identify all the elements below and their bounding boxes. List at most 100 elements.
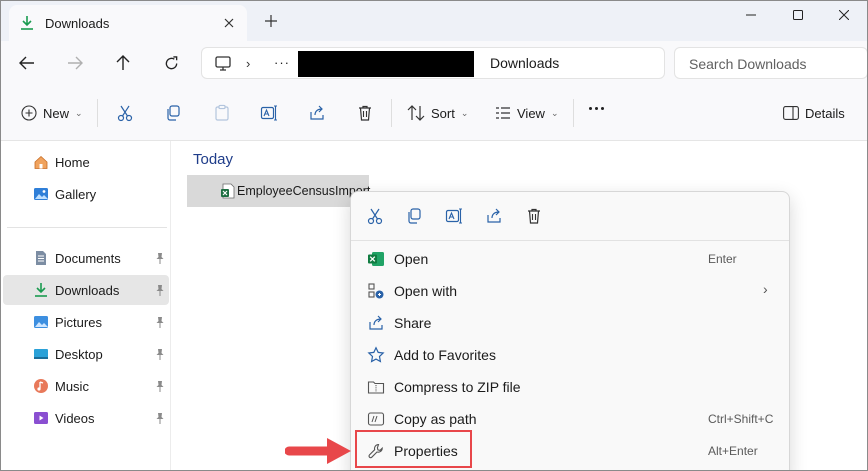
sidebar-item-label: Desktop — [55, 346, 103, 362]
menu-item-label: Compress to ZIP file — [394, 379, 521, 395]
home-icon — [34, 155, 48, 169]
copy-button[interactable] — [164, 101, 182, 125]
share-icon — [369, 315, 383, 330]
sidebar-item-videos[interactable]: Videos — [3, 403, 169, 433]
videos-icon — [34, 412, 48, 424]
close-tab-icon[interactable] — [221, 15, 237, 31]
sidebar-item-music[interactable]: Music — [3, 371, 169, 401]
menu-item-shortcut: Ctrl+Shift+C — [708, 412, 774, 426]
minimize-button[interactable] — [728, 1, 774, 29]
chevron-right-icon[interactable]: › — [246, 56, 250, 71]
pin-icon[interactable] — [155, 316, 165, 328]
pin-icon[interactable] — [155, 252, 165, 264]
share-button[interactable] — [308, 101, 326, 125]
current-folder-crumb[interactable]: Downloads — [490, 55, 559, 71]
forward-button[interactable] — [63, 51, 87, 75]
this-pc-icon[interactable] — [214, 55, 232, 73]
view-label: View — [517, 105, 545, 121]
sidebar-item-downloads[interactable]: Downloads — [3, 275, 169, 305]
file-item[interactable]: EmployeeCensusImport — [187, 175, 370, 207]
chevron-down-icon: ⌄ — [75, 107, 83, 118]
sidebar-item-documents[interactable]: Documents — [3, 243, 169, 273]
sidebar-item-label: Music — [55, 378, 89, 394]
zip-folder-icon — [367, 381, 385, 394]
cut-icon[interactable] — [365, 206, 385, 226]
download-icon — [19, 15, 35, 31]
context-menu-quick-actions — [351, 192, 789, 240]
open-with-icon — [368, 283, 384, 299]
menu-item-label: Share — [394, 315, 432, 331]
sidebar-item-desktop[interactable]: Desktop — [3, 339, 169, 369]
delete-button[interactable] — [356, 101, 374, 125]
sidebar-item-pictures[interactable]: Pictures — [3, 307, 169, 337]
back-button[interactable] — [15, 51, 39, 75]
sort-button[interactable]: Sort ⌄ — [407, 101, 468, 125]
music-icon — [34, 379, 48, 393]
chevron-down-icon: ⌄ — [550, 107, 559, 118]
sort-label: Sort — [431, 105, 455, 121]
refresh-button[interactable] — [159, 51, 183, 75]
sidebar-divider — [7, 227, 167, 228]
title-bar: Downloads — [1, 1, 867, 41]
menu-item-open[interactable]: Open Enter — [355, 243, 787, 275]
pin-icon[interactable] — [155, 412, 165, 424]
menu-item-label: Copy as path — [394, 411, 477, 427]
plus-circle-icon — [21, 105, 37, 121]
details-pane-icon — [783, 106, 799, 120]
sidebar-item-label: Downloads — [55, 282, 120, 298]
menu-item-label: Add to Favorites — [394, 347, 496, 363]
share-icon[interactable] — [484, 206, 504, 226]
pin-icon[interactable] — [155, 284, 165, 296]
pin-icon[interactable] — [155, 348, 165, 360]
trash-icon[interactable] — [524, 206, 544, 226]
navigation-pane: Home Gallery Documents Downloads Picture… — [1, 141, 171, 470]
new-tab-button[interactable] — [263, 13, 279, 29]
up-button[interactable] — [111, 51, 135, 75]
new-button[interactable]: New ⌄ — [21, 101, 83, 125]
maximize-button[interactable] — [775, 1, 821, 29]
command-bar: New ⌄ Sort ⌄ View ⌄ Details — [1, 85, 867, 141]
tab-downloads[interactable]: Downloads — [9, 5, 247, 41]
star-icon — [367, 346, 385, 363]
tab-title: Downloads — [45, 15, 110, 31]
trash-icon — [359, 105, 371, 121]
toolbar-divider — [391, 99, 392, 127]
rename-icon[interactable] — [444, 206, 464, 226]
redacted-path-segment — [298, 51, 474, 77]
gallery-icon — [34, 188, 48, 200]
copy-path-icon — [367, 412, 385, 426]
menu-item-compress-zip[interactable]: Compress to ZIP file — [355, 371, 787, 403]
sidebar-item-home[interactable]: Home — [3, 147, 169, 177]
excel-file-icon — [221, 183, 235, 199]
chevron-right-icon: › — [763, 281, 768, 297]
menu-item-add-to-favorites[interactable]: Add to Favorites — [355, 339, 787, 371]
file-explorer-window: Downloads › ··· Downloads Search Downloa… — [0, 0, 868, 471]
details-button[interactable]: Details — [783, 101, 845, 125]
search-input[interactable]: Search Downloads — [674, 47, 867, 79]
sidebar-item-label: Pictures — [55, 314, 102, 330]
paste-button[interactable] — [213, 101, 231, 125]
address-bar[interactable]: › ··· Downloads — [201, 47, 665, 79]
cut-button[interactable] — [116, 101, 134, 125]
menu-item-open-with[interactable]: Open with › — [355, 275, 787, 307]
chevron-down-icon: ⌄ — [460, 107, 469, 118]
close-window-button[interactable] — [821, 1, 867, 29]
documents-icon — [36, 251, 46, 265]
view-list-icon — [496, 107, 510, 119]
sidebar-item-label: Home — [55, 154, 90, 170]
copy-icon[interactable] — [404, 206, 424, 226]
more-options-button[interactable] — [589, 107, 604, 110]
context-menu-divider — [351, 240, 789, 241]
search-placeholder: Search Downloads — [689, 56, 807, 72]
pin-icon[interactable] — [155, 380, 165, 392]
rename-button[interactable] — [260, 101, 278, 125]
group-header-today[interactable]: Today — [193, 151, 233, 168]
sidebar-item-gallery[interactable]: Gallery — [3, 179, 169, 209]
view-button[interactable]: View ⌄ — [495, 101, 559, 125]
sidebar-item-label: Gallery — [55, 186, 97, 202]
menu-item-share[interactable]: Share — [355, 307, 787, 339]
menu-item-label: Open with — [394, 283, 458, 299]
sort-icon — [407, 105, 425, 121]
path-overflow-button[interactable]: ··· — [274, 55, 290, 70]
menu-item-shortcut: Enter — [708, 252, 737, 266]
